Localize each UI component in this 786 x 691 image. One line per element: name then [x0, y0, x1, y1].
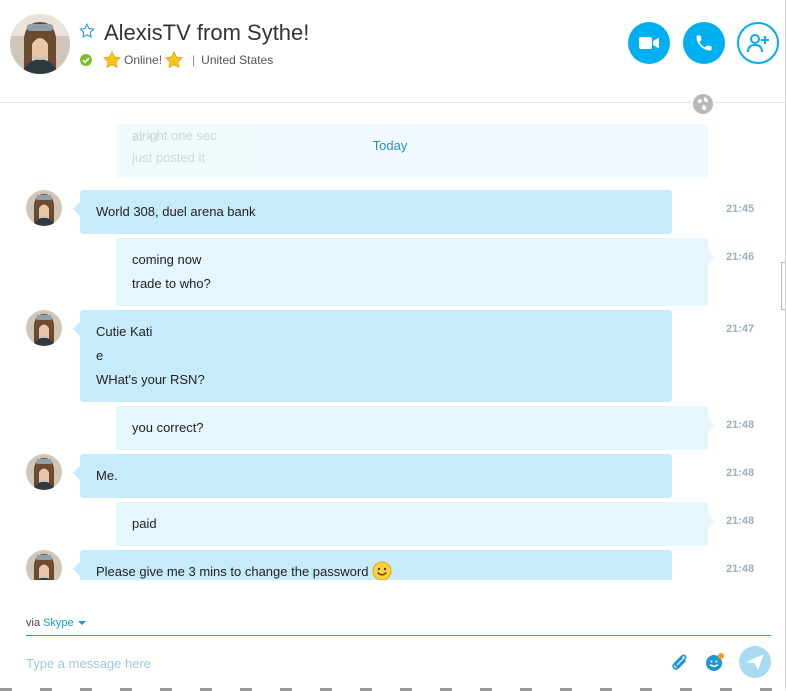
phone-icon — [696, 35, 712, 51]
message-line: e — [96, 348, 104, 363]
conversation-header: AlexisTV from Sythe! Online! | United St… — [0, 0, 786, 103]
message-timestamp: 21:48 — [726, 419, 755, 431]
outgoing-message[interactable]: paid — [116, 502, 715, 546]
sender-avatar[interactable] — [26, 310, 62, 346]
outgoing-message[interactable]: you correct? — [116, 406, 715, 450]
message-line: trade to who? — [132, 276, 211, 291]
incoming-message[interactable]: Cutie Kati e WHat's your RSN? — [73, 310, 672, 402]
status-row: Online! | United States — [80, 50, 273, 70]
add-person-icon — [747, 34, 769, 53]
star-emoticon-icon — [165, 50, 184, 69]
message-timestamp: 21:48 — [726, 467, 755, 479]
send-via-selector[interactable]: via Skype — [26, 617, 86, 629]
compose-divider — [26, 635, 771, 636]
incoming-message[interactable]: Me. — [73, 454, 672, 498]
emoticon-picker-icon[interactable] — [705, 652, 725, 672]
outgoing-message[interactable]: coming now trade to who? — [116, 238, 715, 306]
message-line: you correct? — [132, 420, 204, 435]
sender-avatar[interactable] — [26, 454, 62, 490]
message-line: Cutie Kati — [96, 324, 153, 339]
online-status-icon — [80, 54, 92, 66]
message-line: Me. — [96, 468, 118, 483]
video-camera-icon — [639, 37, 659, 49]
message-timestamp: 21:45 — [726, 203, 755, 215]
contact-name: AlexisTV from Sythe! — [104, 20, 310, 45]
message-timestamp: 21:46 — [726, 251, 755, 263]
message-timestamp: 21:48 — [726, 563, 755, 575]
via-service-link[interactable]: Skype — [43, 617, 74, 629]
sender-avatar[interactable] — [26, 190, 62, 226]
video-call-button[interactable] — [628, 22, 670, 64]
message-timestamp: 21:48 — [726, 515, 755, 527]
status-separator: | — [192, 53, 196, 67]
message-timestamp: 21:47 — [726, 323, 755, 335]
incoming-message[interactable]: Please give me 3 mins to change the pass… — [73, 550, 672, 580]
message-line: paid — [132, 516, 157, 531]
contact-avatar[interactable] — [10, 14, 70, 74]
contact-location: United States — [201, 53, 274, 67]
incoming-message[interactable]: World 308, duel arena bank — [73, 190, 672, 234]
chevron-down-icon[interactable] — [77, 621, 86, 625]
star-emoticon-icon — [103, 50, 121, 69]
send-arrow-icon — [746, 654, 764, 670]
message-line: Please give me 3 mins to change the pass… — [96, 560, 656, 580]
voice-call-button[interactable] — [683, 22, 725, 64]
via-label: via — [26, 617, 41, 629]
message-line: World 308, duel arena bank — [96, 204, 256, 219]
day-separator: Today — [372, 138, 408, 153]
add-people-button[interactable] — [737, 22, 779, 64]
sender-avatar[interactable] — [26, 550, 62, 580]
send-button[interactable] — [739, 646, 771, 678]
message-input[interactable] — [26, 652, 646, 674]
smiley-icon — [372, 561, 392, 580]
mood-message: Online! — [124, 53, 163, 67]
message-text: Please give me 3 mins to change the pass… — [96, 564, 369, 579]
message-line: WHat's your RSN? — [96, 372, 205, 387]
favorite-star-icon[interactable] — [78, 22, 96, 40]
message-line: coming now — [132, 252, 202, 267]
paperclip-icon[interactable] — [670, 652, 690, 674]
message-history[interactable]: alright one sec just posted it 21:41 Tod… — [0, 104, 780, 580]
